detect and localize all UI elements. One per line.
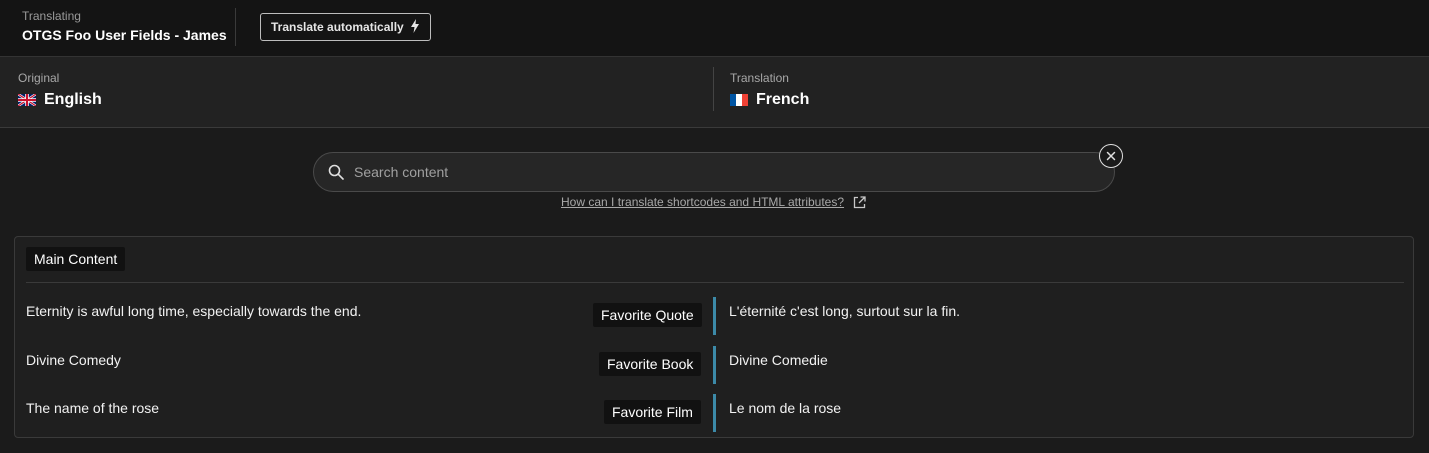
translation-language-name: French: [756, 91, 810, 108]
translate-automatically-label: Translate automatically: [271, 20, 404, 34]
search-input[interactable]: [354, 161, 1094, 183]
original-label: Original: [18, 71, 60, 85]
field-name-chip: Favorite Book: [599, 352, 702, 376]
close-icon: [1106, 151, 1116, 161]
field-name-chip: Favorite Film: [604, 400, 701, 424]
help-link[interactable]: How can I translate shortcodes and HTML …: [561, 195, 866, 209]
translation-indicator-bar: [713, 297, 716, 335]
translation-row: Eternity is awful long time, especially …: [15, 297, 1415, 337]
translation-indicator-bar: [713, 346, 716, 384]
external-link-icon: [853, 195, 866, 208]
clear-search-button[interactable]: [1099, 144, 1123, 168]
translation-text[interactable]: Divine Comedie: [729, 352, 828, 368]
language-divider: [713, 67, 714, 111]
search-box: [313, 152, 1115, 192]
main-content-panel: Main Content Eternity is awful long time…: [14, 236, 1414, 438]
translation-text[interactable]: Le nom de la rose: [729, 400, 841, 416]
document-title: OTGS Foo User Fields - James: [22, 27, 227, 43]
divider: [235, 8, 236, 46]
translation-row: The name of the rose Favorite Film Le no…: [15, 394, 1415, 434]
translation-indicator-bar: [713, 394, 716, 432]
original-text: The name of the rose: [26, 400, 160, 416]
field-name-chip: Favorite Quote: [593, 303, 702, 327]
original-language-name: English: [44, 91, 102, 108]
original-text: Eternity is awful long time, especially …: [26, 303, 362, 319]
section-divider: [26, 282, 1404, 283]
lightning-bolt-icon: [411, 19, 419, 33]
search-icon: [328, 164, 344, 180]
translation-row: Divine Comedy Favorite Book Divine Comed…: [15, 346, 1415, 386]
translation-text[interactable]: L'éternité c'est long, surtout sur la fi…: [729, 303, 960, 319]
translate-automatically-button[interactable]: Translate automatically: [260, 13, 431, 41]
original-language-name-row: English: [18, 91, 102, 109]
uk-flag-icon: [18, 94, 36, 106]
language-bar: Original English Translation French: [0, 57, 1429, 128]
top-bar: Translating OTGS Foo User Fields - James…: [0, 0, 1429, 57]
translation-label: Translation: [730, 71, 789, 85]
translation-language-name-row: French: [730, 91, 809, 109]
original-text: Divine Comedy: [26, 352, 121, 368]
help-link-text: How can I translate shortcodes and HTML …: [561, 195, 845, 209]
france-flag-icon: [730, 94, 748, 106]
section-title: Main Content: [26, 247, 126, 271]
translating-label: Translating: [22, 9, 81, 23]
